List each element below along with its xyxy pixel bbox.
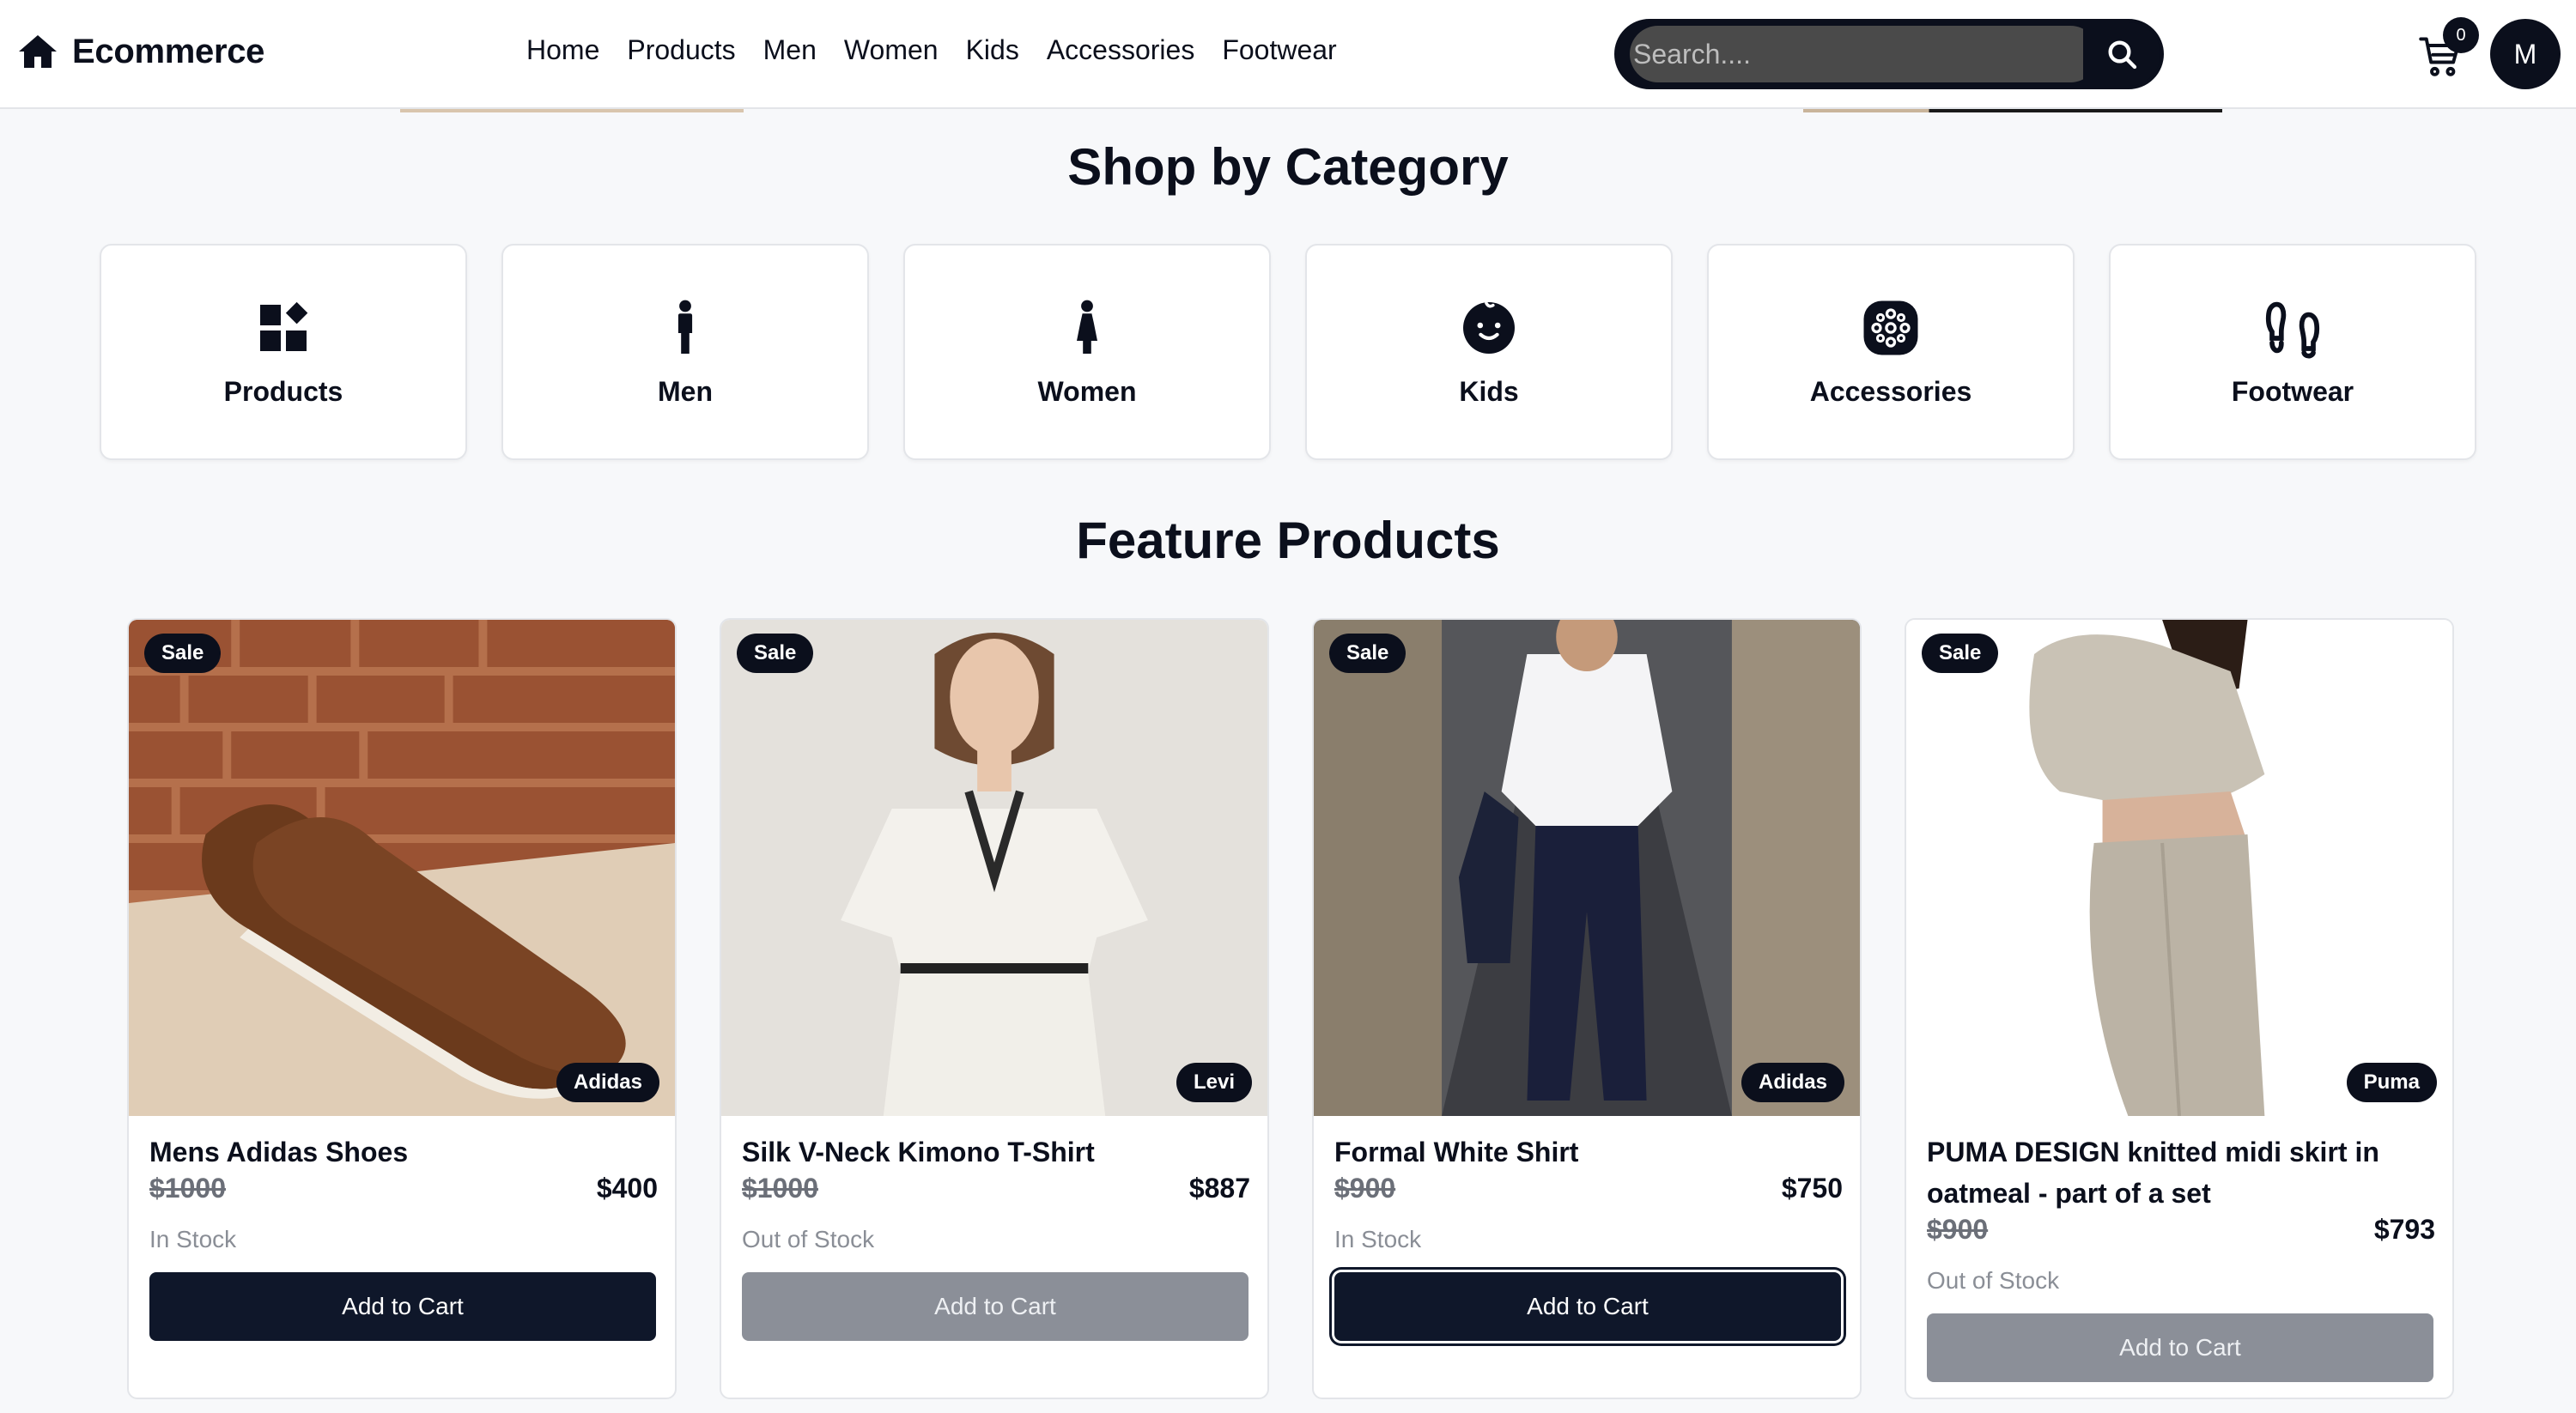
- product-image[interactable]: [129, 620, 675, 1116]
- brand-badge: Adidas: [556, 1063, 659, 1102]
- main-nav: Home Products Men Women Kids Accessories…: [526, 34, 1337, 66]
- add-to-cart-button[interactable]: Add to Cart: [742, 1272, 1249, 1341]
- product-name[interactable]: Formal White Shirt: [1334, 1131, 1841, 1173]
- category-card-men[interactable]: Men: [501, 244, 869, 460]
- category-label: Accessories: [1809, 376, 1972, 407]
- product-card[interactable]: Sale Adidas Formal White Shirt $900 $750…: [1312, 618, 1862, 1399]
- original-price: $900: [1927, 1214, 1989, 1245]
- brand-badge: Puma: [2346, 1063, 2437, 1102]
- search-icon: [2108, 40, 2137, 70]
- product-card[interactable]: Sale Adidas Mens Adidas Shoes $1000 $400…: [127, 618, 677, 1399]
- price-row: $900 $750: [1334, 1173, 1843, 1204]
- avatar[interactable]: M: [2490, 19, 2561, 89]
- price-row: $1000 $400: [149, 1173, 658, 1204]
- sale-badge: Sale: [1329, 634, 1406, 673]
- original-price: $900: [1334, 1173, 1396, 1204]
- product-grid: Sale Adidas Mens Adidas Shoes $1000 $400…: [127, 618, 2454, 1399]
- sale-badge: Sale: [1922, 634, 1999, 673]
- original-price: $1000: [742, 1173, 818, 1204]
- footprints-icon: [2265, 301, 2320, 359]
- sale-price: $400: [596, 1173, 658, 1204]
- original-price: $1000: [149, 1173, 226, 1204]
- nav-link-accessories[interactable]: Accessories: [1047, 34, 1195, 66]
- category-section-title: Shop by Category: [1067, 138, 1509, 196]
- brand-badge: Adidas: [1741, 1063, 1844, 1102]
- sale-price: $793: [2373, 1214, 2435, 1245]
- sale-badge: Sale: [144, 634, 222, 673]
- product-card[interactable]: Sale Levi Silk V-Neck Kimono T-Shirt $10…: [720, 618, 1269, 1399]
- sale-price: $750: [1781, 1173, 1843, 1204]
- product-name[interactable]: PUMA DESIGN knitted midi skirt in oatmea…: [1927, 1131, 2433, 1214]
- search-button[interactable]: [2083, 22, 2160, 86]
- product-image[interactable]: [1314, 620, 1860, 1116]
- shoes-photo: [129, 620, 675, 1116]
- top-navbar: Ecommerce Home Products Men Women Kids A…: [0, 0, 2576, 109]
- category-label: Women: [1037, 376, 1137, 407]
- add-to-cart-button[interactable]: Add to Cart: [149, 1272, 656, 1341]
- price-row: $1000 $887: [742, 1173, 1250, 1204]
- hero-image-edge: [1803, 109, 2222, 112]
- sale-badge: Sale: [737, 634, 814, 673]
- man-icon: [677, 300, 693, 354]
- nav-link-products[interactable]: Products: [627, 34, 735, 66]
- category-label: Men: [658, 376, 713, 407]
- cart-count-badge: 0: [2443, 17, 2479, 53]
- stock-status: In Stock: [149, 1226, 237, 1252]
- product-image[interactable]: [1906, 620, 2452, 1116]
- kimono-shirt-photo: [721, 620, 1267, 1116]
- home-icon: [19, 35, 57, 68]
- white-shirt-photo: [1314, 620, 1860, 1116]
- nav-link-men[interactable]: Men: [763, 34, 817, 66]
- knitted-skirt-photo: [1906, 620, 2452, 1116]
- woman-icon: [1077, 300, 1097, 354]
- add-to-cart-button[interactable]: Add to Cart: [1334, 1272, 1841, 1341]
- category-card-products[interactable]: Products: [100, 244, 467, 460]
- search-input[interactable]: [1630, 26, 2099, 82]
- brand-badge: Levi: [1176, 1063, 1252, 1102]
- stock-status: In Stock: [1334, 1226, 1422, 1252]
- cart-button[interactable]: 0: [2418, 17, 2479, 82]
- hero-image-edge: [400, 109, 744, 112]
- sale-price: $887: [1188, 1173, 1250, 1204]
- price-row: $900 $793: [1927, 1214, 2435, 1246]
- brand-name: Ecommerce: [72, 32, 265, 70]
- search-bar: [1614, 19, 2164, 89]
- category-card-footwear[interactable]: Footwear: [2109, 244, 2476, 460]
- category-card-accessories[interactable]: Accessories: [1707, 244, 2075, 460]
- nav-link-home[interactable]: Home: [526, 34, 599, 66]
- baby-icon: [1463, 301, 1515, 354]
- stock-status: Out of Stock: [742, 1226, 875, 1252]
- product-name[interactable]: Mens Adidas Shoes: [149, 1131, 656, 1173]
- accessory-icon: [1863, 300, 1918, 355]
- product-card[interactable]: Sale Puma PUMA DESIGN knitted midi skirt…: [1905, 618, 2454, 1399]
- product-name[interactable]: Silk V-Neck Kimono T-Shirt: [742, 1131, 1249, 1173]
- category-card-women[interactable]: Women: [903, 244, 1271, 460]
- stock-status: Out of Stock: [1927, 1267, 2060, 1294]
- category-label: Kids: [1459, 376, 1519, 407]
- category-grid: Products Men Women Kids Accessories Foot…: [100, 244, 2476, 460]
- nav-link-women[interactable]: Women: [844, 34, 939, 66]
- category-label: Footwear: [2231, 376, 2354, 407]
- brand-link[interactable]: Ecommerce: [17, 31, 264, 72]
- category-card-kids[interactable]: Kids: [1305, 244, 1673, 460]
- add-to-cart-button[interactable]: Add to Cart: [1927, 1313, 2433, 1382]
- featured-section-title: Feature Products: [1076, 512, 1500, 569]
- nav-link-kids[interactable]: Kids: [966, 34, 1019, 66]
- nav-link-footwear[interactable]: Footwear: [1222, 34, 1336, 66]
- category-label: Products: [223, 376, 343, 407]
- product-image[interactable]: [721, 620, 1267, 1116]
- grid-icon: [260, 301, 308, 351]
